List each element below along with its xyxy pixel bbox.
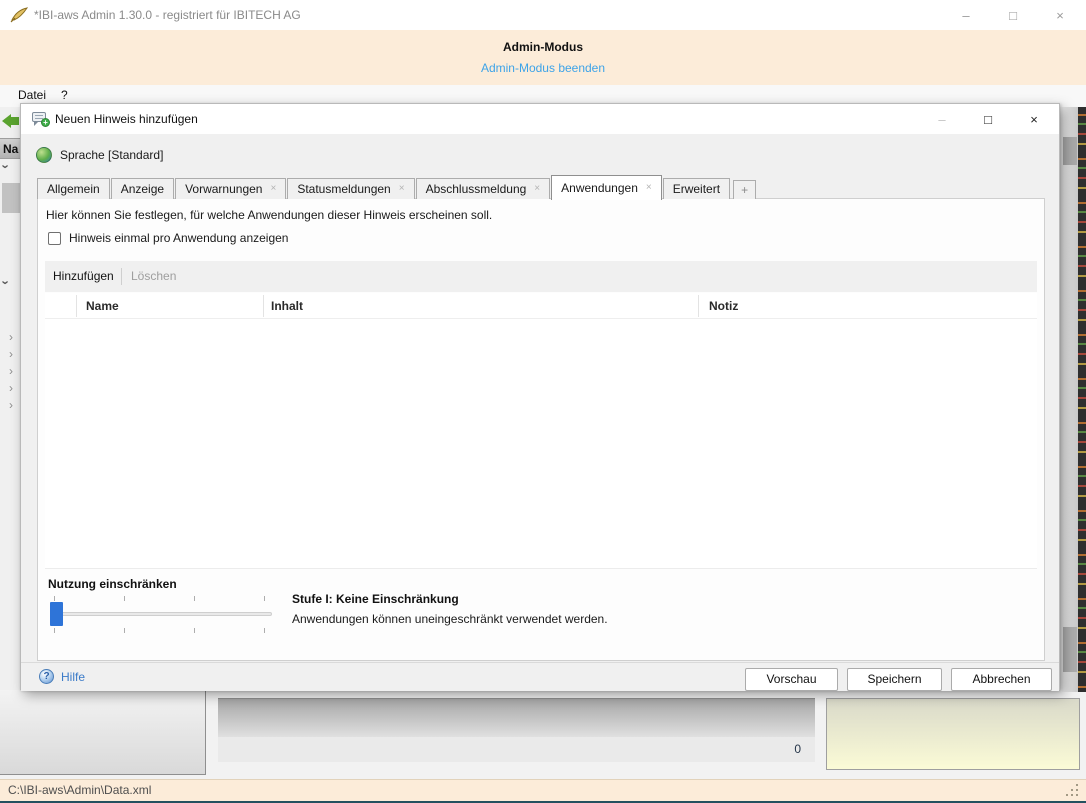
back-arrow-icon[interactable]	[2, 113, 20, 129]
globe-icon	[36, 147, 52, 163]
column-divider[interactable]	[698, 295, 699, 317]
window-controls: – □ ×	[934, 0, 1075, 30]
applications-table[interactable]: Name Inhalt Notiz	[45, 293, 1037, 569]
dialog-close-button[interactable]: ×	[1019, 104, 1049, 134]
tab-content-panel: Hier können Sie festlegen, für welche An…	[37, 198, 1045, 661]
center-panel-bottom: 0	[218, 698, 815, 762]
tab-anzeige[interactable]: Anzeige	[111, 178, 174, 199]
admin-mode-title: Admin-Modus	[0, 40, 1086, 54]
tree-item-fragment	[2, 183, 21, 213]
tab-add-button[interactable]: +	[733, 180, 756, 199]
chevron-right-icon[interactable]: ›	[9, 364, 13, 378]
screen-right-edge	[1078, 107, 1086, 692]
once-per-app-label: Hinweis einmal pro Anwendung anzeigen	[69, 231, 288, 245]
tab-close-icon[interactable]: ×	[270, 184, 276, 194]
slider-track[interactable]	[50, 612, 272, 616]
cancel-button[interactable]: Abbrechen	[951, 668, 1052, 691]
tab-abschlussmeldung[interactable]: Abschlussmeldung×	[416, 178, 551, 199]
dialog-tabs: Allgemein Anzeige Vorwarnungen× Statusme…	[37, 174, 757, 199]
app-screen: *IBI-aws Admin 1.30.0 - registriert für …	[0, 0, 1086, 803]
notes-pane	[826, 698, 1080, 770]
once-per-app-checkbox[interactable]	[48, 232, 61, 245]
vertical-scrollbar[interactable]	[1062, 107, 1078, 692]
preview-button[interactable]: Vorschau	[745, 668, 838, 691]
restriction-level-title: Stufe I: Keine Einschränkung	[292, 592, 459, 606]
column-divider[interactable]	[76, 295, 77, 317]
main-titlebar: *IBI-aws Admin 1.30.0 - registriert für …	[0, 0, 1086, 30]
once-per-app-row: Hinweis einmal pro Anwendung anzeigen	[48, 231, 288, 245]
count-field: 0	[218, 737, 815, 762]
tab-anwendungen[interactable]: Anwendungen×	[551, 175, 662, 200]
add-note-dialog: + Neuen Hinweis hinzufügen – □ × Sprache…	[20, 103, 1060, 690]
tab-erweitert[interactable]: Erweitert	[663, 178, 730, 199]
tab-allgemein[interactable]: Allgemein	[37, 178, 110, 199]
data-file-path: C:\IBI-aws\Admin\Data.xml	[8, 780, 151, 801]
admin-mode-exit-link[interactable]: Admin-Modus beenden	[0, 61, 1086, 75]
add-note-icon: +	[32, 111, 50, 127]
tab-close-icon[interactable]: ×	[534, 184, 540, 194]
tab-vorwarnungen[interactable]: Vorwarnungen×	[175, 178, 286, 199]
tree-panel-left-edge: Na › › › › › › ›	[0, 107, 21, 690]
tab-close-icon[interactable]: ×	[399, 184, 405, 194]
applications-table-header: Name Inhalt Notiz	[45, 293, 1037, 319]
language-row[interactable]: Sprache [Standard]	[36, 146, 163, 164]
dialog-minimize-button: –	[927, 104, 957, 134]
center-panel-gradient	[218, 698, 815, 737]
resize-grip-icon[interactable]	[1066, 784, 1079, 797]
chevron-down-icon[interactable]: ›	[0, 164, 14, 168]
help-icon: ?	[39, 669, 54, 684]
statusbar: C:\IBI-aws\Admin\Data.xml	[0, 779, 1086, 801]
tab-description: Hier können Sie festlegen, für welche An…	[46, 208, 492, 222]
dialog-titlebar: + Neuen Hinweis hinzufügen – □ ×	[21, 104, 1059, 134]
applications-toolbar: Hinzufügen Löschen	[45, 261, 1037, 292]
chevron-right-icon[interactable]: ›	[9, 381, 13, 395]
language-label: Sprache [Standard]	[60, 148, 163, 162]
chevron-right-icon[interactable]: ›	[9, 330, 13, 344]
slider-thumb[interactable]	[50, 602, 63, 626]
window-title: *IBI-aws Admin 1.30.0 - registriert für …	[34, 0, 301, 30]
help-link[interactable]: ? Hilfe	[39, 669, 85, 684]
save-button[interactable]: Speichern	[847, 668, 942, 691]
dialog-title: Neuen Hinweis hinzufügen	[55, 104, 198, 134]
dialog-controls: – □ ×	[911, 104, 1049, 134]
column-header-notiz[interactable]: Notiz	[709, 293, 738, 319]
scrollbar-segment[interactable]	[1063, 627, 1077, 672]
usage-restriction-label: Nutzung einschränken	[48, 577, 177, 591]
chevron-right-icon[interactable]: ›	[9, 347, 13, 361]
column-header-inhalt[interactable]: Inhalt	[271, 293, 303, 319]
delete-application-button[interactable]: Löschen	[131, 261, 176, 292]
toolbar-divider	[121, 268, 122, 285]
tree-panel-bottom	[0, 690, 206, 775]
admin-mode-banner: Admin-Modus Admin-Modus beenden	[0, 30, 1086, 85]
tree-column-header[interactable]: Na	[0, 138, 21, 159]
restriction-level-description: Anwendungen können uneingeschränkt verwe…	[292, 612, 608, 626]
tab-close-icon[interactable]: ×	[646, 183, 652, 193]
dialog-maximize-button[interactable]: □	[973, 104, 1003, 134]
dialog-footer: ? Hilfe Vorschau Speichern Abbrechen	[21, 662, 1059, 691]
add-application-button[interactable]: Hinzufügen	[53, 261, 114, 292]
usage-restriction-slider[interactable]	[50, 595, 272, 635]
chevron-down-icon[interactable]: ›	[0, 280, 14, 284]
column-divider[interactable]	[263, 295, 264, 317]
close-button[interactable]: ×	[1045, 0, 1075, 30]
column-header-name[interactable]: Name	[86, 293, 119, 319]
maximize-button[interactable]: □	[998, 0, 1028, 30]
chevron-right-icon[interactable]: ›	[9, 398, 13, 412]
app-quill-icon	[9, 6, 29, 27]
minimize-button[interactable]: –	[951, 0, 981, 30]
scrollbar-thumb[interactable]	[1063, 137, 1077, 165]
tab-statusmeldungen[interactable]: Statusmeldungen×	[287, 178, 414, 199]
help-label: Hilfe	[61, 670, 85, 684]
